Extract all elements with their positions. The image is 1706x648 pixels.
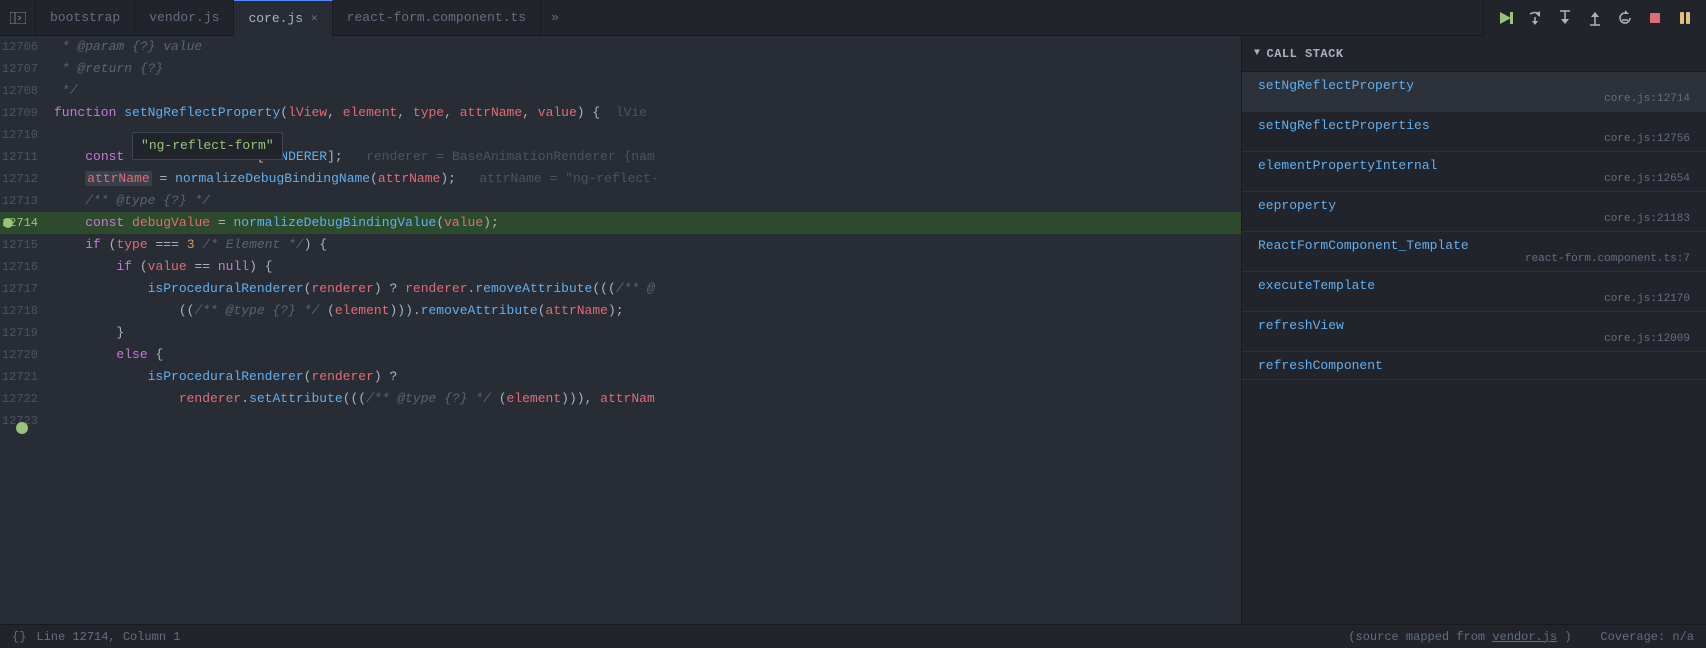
tab-vendor[interactable]: vendor.js: [135, 0, 234, 36]
pause-button[interactable]: [1672, 5, 1698, 31]
vendor-link[interactable]: vendor.js: [1492, 630, 1557, 644]
table-row: 12723: [0, 410, 1241, 432]
table-row: 12721 isProceduralRenderer(renderer) ?: [0, 366, 1241, 388]
table-row: 12717 isProceduralRenderer(renderer) ? r…: [0, 278, 1241, 300]
table-row: 12720 else {: [0, 344, 1241, 366]
table-row: 12713 /** @type {?} */: [0, 190, 1241, 212]
list-item[interactable]: elementPropertyInternal core.js:12654: [1242, 152, 1706, 192]
list-item[interactable]: eeproperty core.js:21183: [1242, 192, 1706, 232]
close-tab-icon[interactable]: ✕: [311, 11, 318, 25]
step-over-button[interactable]: [1522, 5, 1548, 31]
table-row: 12707 * @return {?}: [0, 58, 1241, 80]
tab-bar: bootstrap vendor.js core.js ✕ react-form…: [0, 0, 1706, 36]
table-row: 12715 if (type === 3 /* Element */) {: [0, 234, 1241, 256]
list-item[interactable]: refreshView core.js:12009: [1242, 312, 1706, 352]
list-item[interactable]: refreshComponent: [1242, 352, 1706, 380]
collapse-sidebar-button[interactable]: [0, 0, 36, 36]
step-out-button[interactable]: [1582, 5, 1608, 31]
cursor-position: Line 12714, Column 1: [36, 630, 180, 644]
list-item[interactable]: setNgReflectProperties core.js:12756: [1242, 112, 1706, 152]
status-bar: {} Line 12714, Column 1 (source mapped f…: [0, 624, 1706, 648]
table-row: 12710 "ng-reflect-form": [0, 124, 1241, 146]
call-stack-panel: ▼ Call Stack setNgReflectProperty core.j…: [1241, 36, 1706, 624]
call-stack-header: ▼ Call Stack: [1242, 36, 1706, 72]
table-row: 12706 * @param {?} value: [0, 36, 1241, 58]
table-row: 12716 if (value == null) {: [0, 256, 1241, 278]
code-editor[interactable]: 12706 * @param {?} value 12707 * @return…: [0, 36, 1241, 624]
tab-core[interactable]: core.js ✕: [234, 0, 332, 36]
coverage-label: Coverage: n/a: [1600, 630, 1694, 644]
stop-button[interactable]: [1642, 5, 1668, 31]
tab-react-form[interactable]: react-form.component.ts: [333, 0, 541, 36]
table-row: 12718 ((/** @type {?} */ (element))).rem…: [0, 300, 1241, 322]
status-right: (source mapped from vendor.js ) Coverage…: [1348, 630, 1694, 644]
tab-overflow-button[interactable]: »: [541, 10, 569, 25]
tab-bootstrap[interactable]: bootstrap: [36, 0, 135, 36]
list-item[interactable]: ReactFormComponent_Template react-form.c…: [1242, 232, 1706, 272]
chevron-down-icon: ▼: [1254, 48, 1261, 59]
call-stack-list: setNgReflectProperty core.js:12714 setNg…: [1242, 72, 1706, 624]
continue-button[interactable]: [1492, 5, 1518, 31]
source-mapped-label: (source mapped from: [1348, 630, 1485, 644]
list-item[interactable]: executeTemplate core.js:12170: [1242, 272, 1706, 312]
table-row: 12714 const debugValue = normalizeDebugB…: [0, 212, 1241, 234]
call-stack-title: Call Stack: [1267, 47, 1344, 61]
step-into-button[interactable]: [1552, 5, 1578, 31]
table-row: 12719 }: [0, 322, 1241, 344]
list-item[interactable]: setNgReflectProperty core.js:12714: [1242, 72, 1706, 112]
source-mapped-end: ): [1564, 630, 1571, 644]
main-content: 12706 * @param {?} value 12707 * @return…: [0, 36, 1706, 624]
table-row: 12712 attrName = normalizeDebugBindingNa…: [0, 168, 1241, 190]
code-lines: 12706 * @param {?} value 12707 * @return…: [0, 36, 1241, 624]
restart-button[interactable]: [1612, 5, 1638, 31]
brace-icon: {}: [12, 630, 26, 644]
debug-toolbar: [1483, 0, 1706, 36]
